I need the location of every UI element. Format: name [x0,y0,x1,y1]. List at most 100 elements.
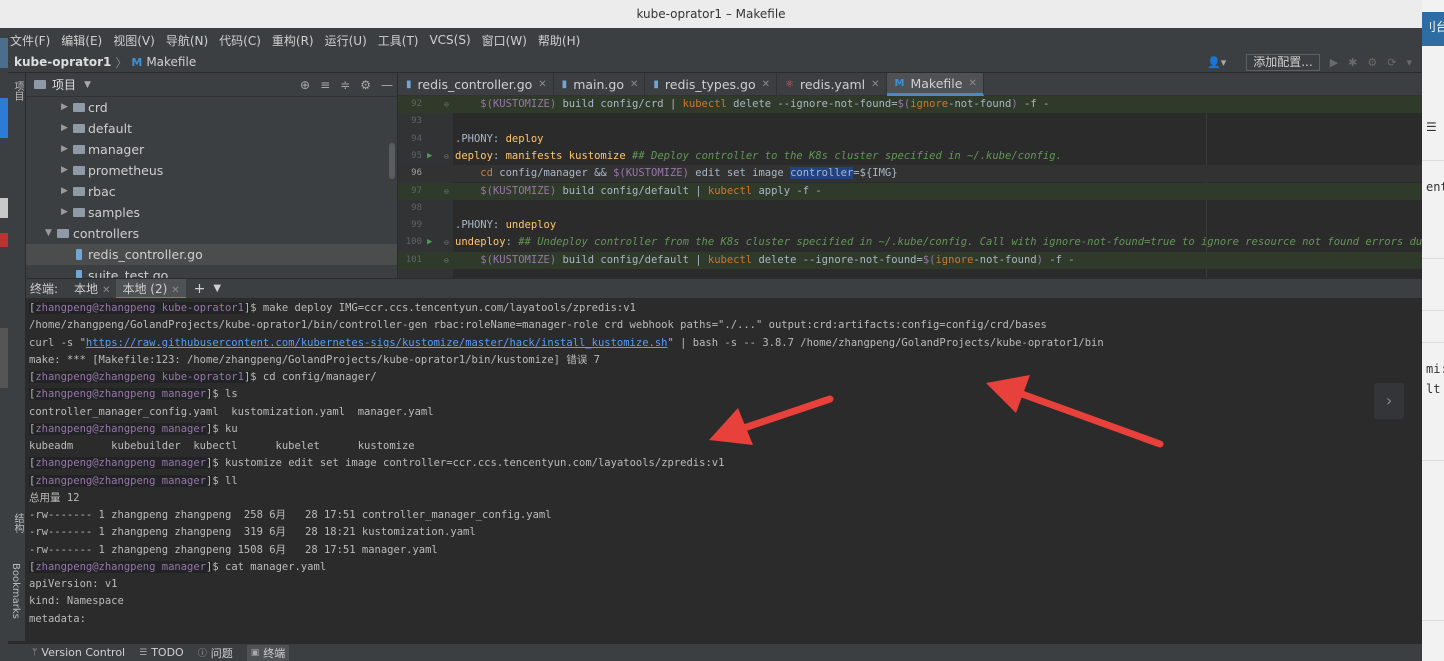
code-line[interactable]: 92 ⊖ $(KUSTOMIZE) build config/crd | kube… [398,96,1422,113]
locate-icon[interactable]: ⊕ [300,78,310,92]
shell-command: $ ls [212,388,238,401]
fold-icon[interactable]: ⊖ [444,234,449,251]
code-text: undeploy: ## Undeploy controller from th… [455,236,1422,249]
status-version-control[interactable]: ᛘ Version Control [32,646,125,659]
status-problems[interactable]: ⓘ 问题 [198,645,233,661]
code-line[interactable]: 99 .PHONY: undeploy [398,217,1422,234]
code-editor[interactable]: ✔ 92⊖ $(KUSTOMIZE) build config/crd | ku… [398,96,1422,278]
chevron-down-icon[interactable]: ▼ [84,80,91,90]
tree-item-default[interactable]: ▶ default [26,118,397,139]
menu-run[interactable]: 运行(U) [325,32,367,49]
user-icon[interactable]: 👤▾ [1207,56,1226,69]
desktop-sliver [0,28,8,661]
menu-tools[interactable]: 工具(T) [378,32,419,49]
tree-item-crd[interactable]: ▶ crd [26,97,397,118]
code-line[interactable]: 97 ⊖ $(KUSTOMIZE) build config/default | … [398,182,1422,200]
menu-navigate[interactable]: 导航(N) [166,32,208,49]
close-icon[interactable]: ✕ [762,79,770,90]
tree-item-controllers[interactable]: ▼ controllers [26,223,397,244]
code-line[interactable]: 101 ⊖ $(KUSTOMIZE) build config/default |… [398,251,1422,269]
menu-help[interactable]: 帮助(H) [538,32,580,49]
breadcrumb-project[interactable]: kube-oprator1 [14,55,111,69]
menu-vcs[interactable]: VCS(S) [429,33,470,47]
more-run-icon[interactable]: ▾ [1406,56,1412,69]
tab-redis-controller-go[interactable]: ▮ redis_controller.go ✕ [398,73,554,96]
close-icon[interactable]: ✕ [871,79,879,90]
chevron-right-icon[interactable]: ▶ [61,160,68,181]
code-line[interactable]: 98 [398,200,1422,217]
tool-tab-project[interactable]: 项目 [10,81,25,101]
tab-makefile[interactable]: M Makefile ✕ [886,73,984,96]
folder-icon [34,80,46,89]
code-line[interactable]: 94 .PHONY: deploy [398,131,1422,148]
go-file-icon [76,270,82,278]
code-line[interactable]: 95 ▶ ⊖ deploy: manifests kustomize ## Deplo… [398,148,1422,165]
tree-item-suite-test-go[interactable]: suite_test.go [26,265,397,278]
status-todo[interactable]: ☰ TODO [139,646,184,659]
add-configuration-button[interactable]: 添加配置... [1246,54,1320,71]
menu-view[interactable]: 视图(V) [113,32,155,49]
run-target-icon[interactable]: ▶ [427,234,432,251]
menu-file[interactable]: 文件(F) [10,32,50,49]
chevron-right-icon[interactable]: ▶ [61,139,68,160]
fold-icon[interactable]: ⊖ [444,183,449,200]
run-icon[interactable]: ▶ [1330,56,1338,69]
menu-window[interactable]: 窗口(W) [482,32,527,49]
fold-icon[interactable]: ⊖ [444,148,449,165]
tree-item-manager[interactable]: ▶ manager [26,139,397,160]
status-terminal[interactable]: ▣ 终端 [246,644,290,661]
menu-code[interactable]: 代码(C) [219,32,261,49]
close-icon[interactable]: ✕ [171,285,179,296]
terminal-link[interactable]: https://raw.githubusercontent.com/kubern… [86,337,668,349]
close-icon[interactable]: ✕ [538,79,546,90]
tree-item-prometheus[interactable]: ▶ prometheus [26,160,397,181]
tree-item-redis-controller-go[interactable]: redis_controller.go [26,244,397,265]
coverage-icon[interactable]: ⚙ [1367,56,1377,69]
profile-icon[interactable]: ⟳ [1387,56,1396,69]
menu-refactor[interactable]: 重构(R) [272,32,314,49]
close-icon[interactable]: ✕ [630,79,638,90]
tab-label: 本地 [74,281,99,296]
chevron-right-icon[interactable]: ▶ [61,181,68,202]
go-file-icon: ▮ [653,79,659,90]
fold-icon[interactable]: ⊖ [444,96,449,113]
debug-icon[interactable]: ✱ [1348,56,1357,69]
chevron-down-icon[interactable]: ▼ [213,283,221,294]
chevron-down-icon[interactable]: ▼ [45,223,52,244]
project-scrollbar[interactable] [389,143,395,179]
tool-tab-bookmarks[interactable]: Bookmarks [10,563,21,619]
expand-all-icon[interactable]: ≡ [320,78,330,92]
project-panel-title[interactable]: 项目 [52,76,76,93]
chevron-right-icon[interactable]: ▶ [61,118,68,139]
code-line[interactable]: 96 cd config/manager && $(KUSTOMIZE) edi… [398,165,1422,183]
close-icon[interactable]: ✕ [102,285,110,296]
menu-edit[interactable]: 编辑(E) [61,32,102,49]
tab-redis-yaml[interactable]: ⚛ redis.yaml ✕ [777,73,887,96]
minimize-icon[interactable]: — [381,78,393,92]
code-line[interactable]: 93 [398,113,1422,130]
tree-item-samples[interactable]: ▶ samples [26,202,397,223]
run-target-icon[interactable]: ▶ [427,148,432,165]
chevron-right-icon[interactable]: ▶ [61,202,68,223]
close-icon[interactable]: ✕ [968,78,976,89]
add-icon[interactable]: + [194,281,206,297]
tree-item-rbac[interactable]: ▶ rbac [26,181,397,202]
fold-icon[interactable]: ⊖ [444,252,449,269]
tool-tab-structure[interactable]: 结构 [10,513,25,533]
collapse-all-icon[interactable]: ≑ [340,78,350,92]
gear-icon[interactable]: ⚙ [360,78,371,92]
breadcrumb-file[interactable]: Makefile [146,55,196,69]
terminal-output[interactable]: [zhangpeng@zhangpeng kube-oprator1]$ mak… [26,298,1422,643]
terminal-tab-local-2[interactable]: 本地 (2) ✕ [116,278,186,299]
chevron-right-icon[interactable]: ▶ [61,97,68,118]
tab-redis-types-go[interactable]: ▮ redis_types.go ✕ [645,73,777,96]
terminal-prompt-line: [zhangpeng@zhangpeng manager]$ ku [29,421,238,438]
folder-icon [73,124,85,133]
terminal-tab-local[interactable]: 本地 ✕ [68,279,116,299]
terminal-label: 终端: [30,282,59,296]
tab-main-go[interactable]: ▮ main.go ✕ [554,73,646,96]
terminal-output-line: kubeadm kubebuilder kubectl kubelet kust… [29,440,415,452]
code-line[interactable]: 100 ▶ ⊖ undeploy: ## Undeploy controller fr… [398,234,1422,251]
chevron-right-icon[interactable]: › [1374,383,1404,419]
line-number: 96 [411,168,422,179]
